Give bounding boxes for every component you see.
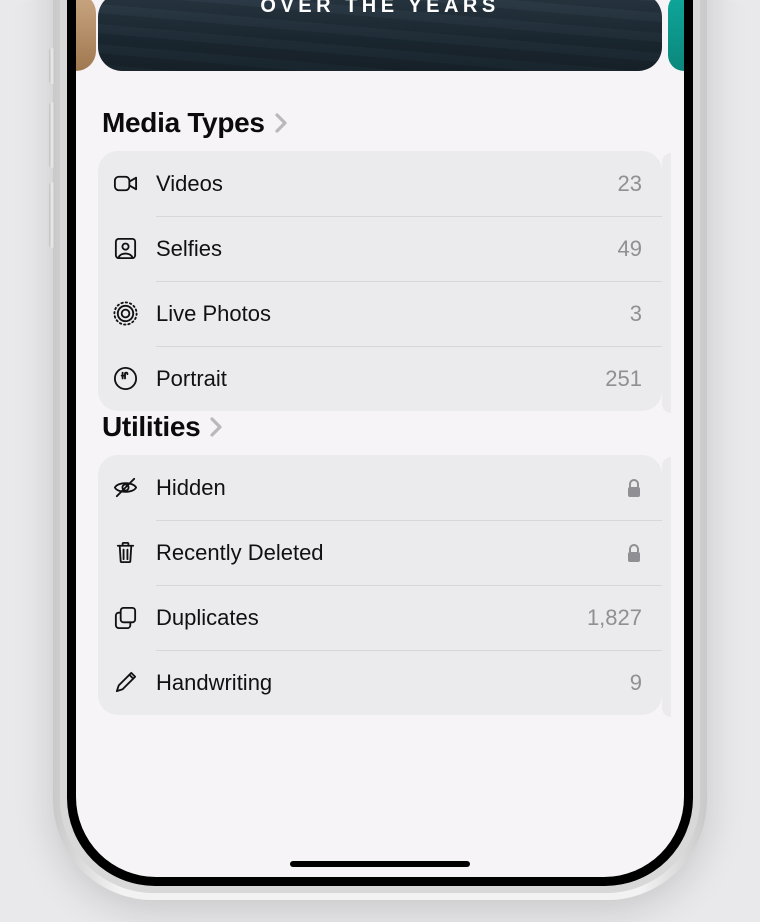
screen: OVER THE YEARS Media Types bbox=[76, 0, 684, 877]
row-label: Recently Deleted bbox=[156, 540, 626, 566]
livephoto-icon bbox=[112, 300, 156, 327]
section-title: Media Types bbox=[102, 107, 265, 139]
side-button-silent bbox=[49, 48, 55, 84]
phone-frame: OVER THE YEARS Media Types bbox=[53, 0, 707, 900]
row-count: 1,827 bbox=[587, 605, 642, 631]
row-count: 251 bbox=[605, 366, 642, 392]
duplicates-icon bbox=[112, 604, 156, 631]
row-handwriting[interactable]: Handwriting 9 bbox=[98, 650, 662, 715]
pencil-icon bbox=[112, 669, 156, 696]
video-icon bbox=[112, 170, 156, 197]
selfie-icon bbox=[112, 235, 156, 262]
utilities-card: Hidden Recently Deleted bbox=[98, 455, 662, 715]
media-types-card: Videos 23 Selfies 49 bbox=[98, 151, 662, 411]
next-memory-peek[interactable] bbox=[668, 0, 684, 71]
portrait-icon bbox=[112, 365, 156, 392]
row-label: Videos bbox=[156, 171, 618, 197]
row-live-photos[interactable]: Live Photos 3 bbox=[98, 281, 662, 346]
section-header-media-types[interactable]: Media Types bbox=[98, 107, 662, 151]
media-types-next-peek[interactable] bbox=[662, 153, 671, 413]
row-portrait[interactable]: Portrait 251 bbox=[98, 346, 662, 411]
section-title: Utilities bbox=[102, 411, 200, 443]
chevron-right-icon bbox=[275, 113, 287, 133]
row-label: Handwriting bbox=[156, 670, 630, 696]
memory-card-over-the-years[interactable]: OVER THE YEARS bbox=[98, 0, 662, 71]
row-count: 23 bbox=[618, 171, 642, 197]
side-button-volume-down bbox=[49, 182, 55, 248]
row-count: 9 bbox=[630, 670, 642, 696]
home-indicator[interactable] bbox=[290, 861, 470, 867]
row-label: Hidden bbox=[156, 475, 626, 501]
memory-card-title: OVER THE YEARS bbox=[98, 0, 662, 18]
hidden-icon bbox=[112, 474, 156, 501]
trash-icon bbox=[112, 539, 156, 566]
row-hidden[interactable]: Hidden bbox=[98, 455, 662, 520]
row-videos[interactable]: Videos 23 bbox=[98, 151, 662, 216]
row-selfies[interactable]: Selfies 49 bbox=[98, 216, 662, 281]
row-recently-deleted[interactable]: Recently Deleted bbox=[98, 520, 662, 585]
row-label: Portrait bbox=[156, 366, 605, 392]
lock-icon bbox=[626, 478, 642, 498]
prev-memory-peek[interactable] bbox=[76, 0, 96, 71]
section-header-utilities[interactable]: Utilities bbox=[98, 411, 662, 455]
row-label: Duplicates bbox=[156, 605, 587, 631]
row-label: Selfies bbox=[156, 236, 618, 262]
utilities-next-peek[interactable] bbox=[662, 457, 671, 717]
lock-icon bbox=[626, 543, 642, 563]
chevron-right-icon bbox=[210, 417, 222, 437]
row-label: Live Photos bbox=[156, 301, 630, 327]
row-duplicates[interactable]: Duplicates 1,827 bbox=[98, 585, 662, 650]
row-count: 49 bbox=[618, 236, 642, 262]
row-count: 3 bbox=[630, 301, 642, 327]
side-button-volume-up bbox=[49, 102, 55, 168]
